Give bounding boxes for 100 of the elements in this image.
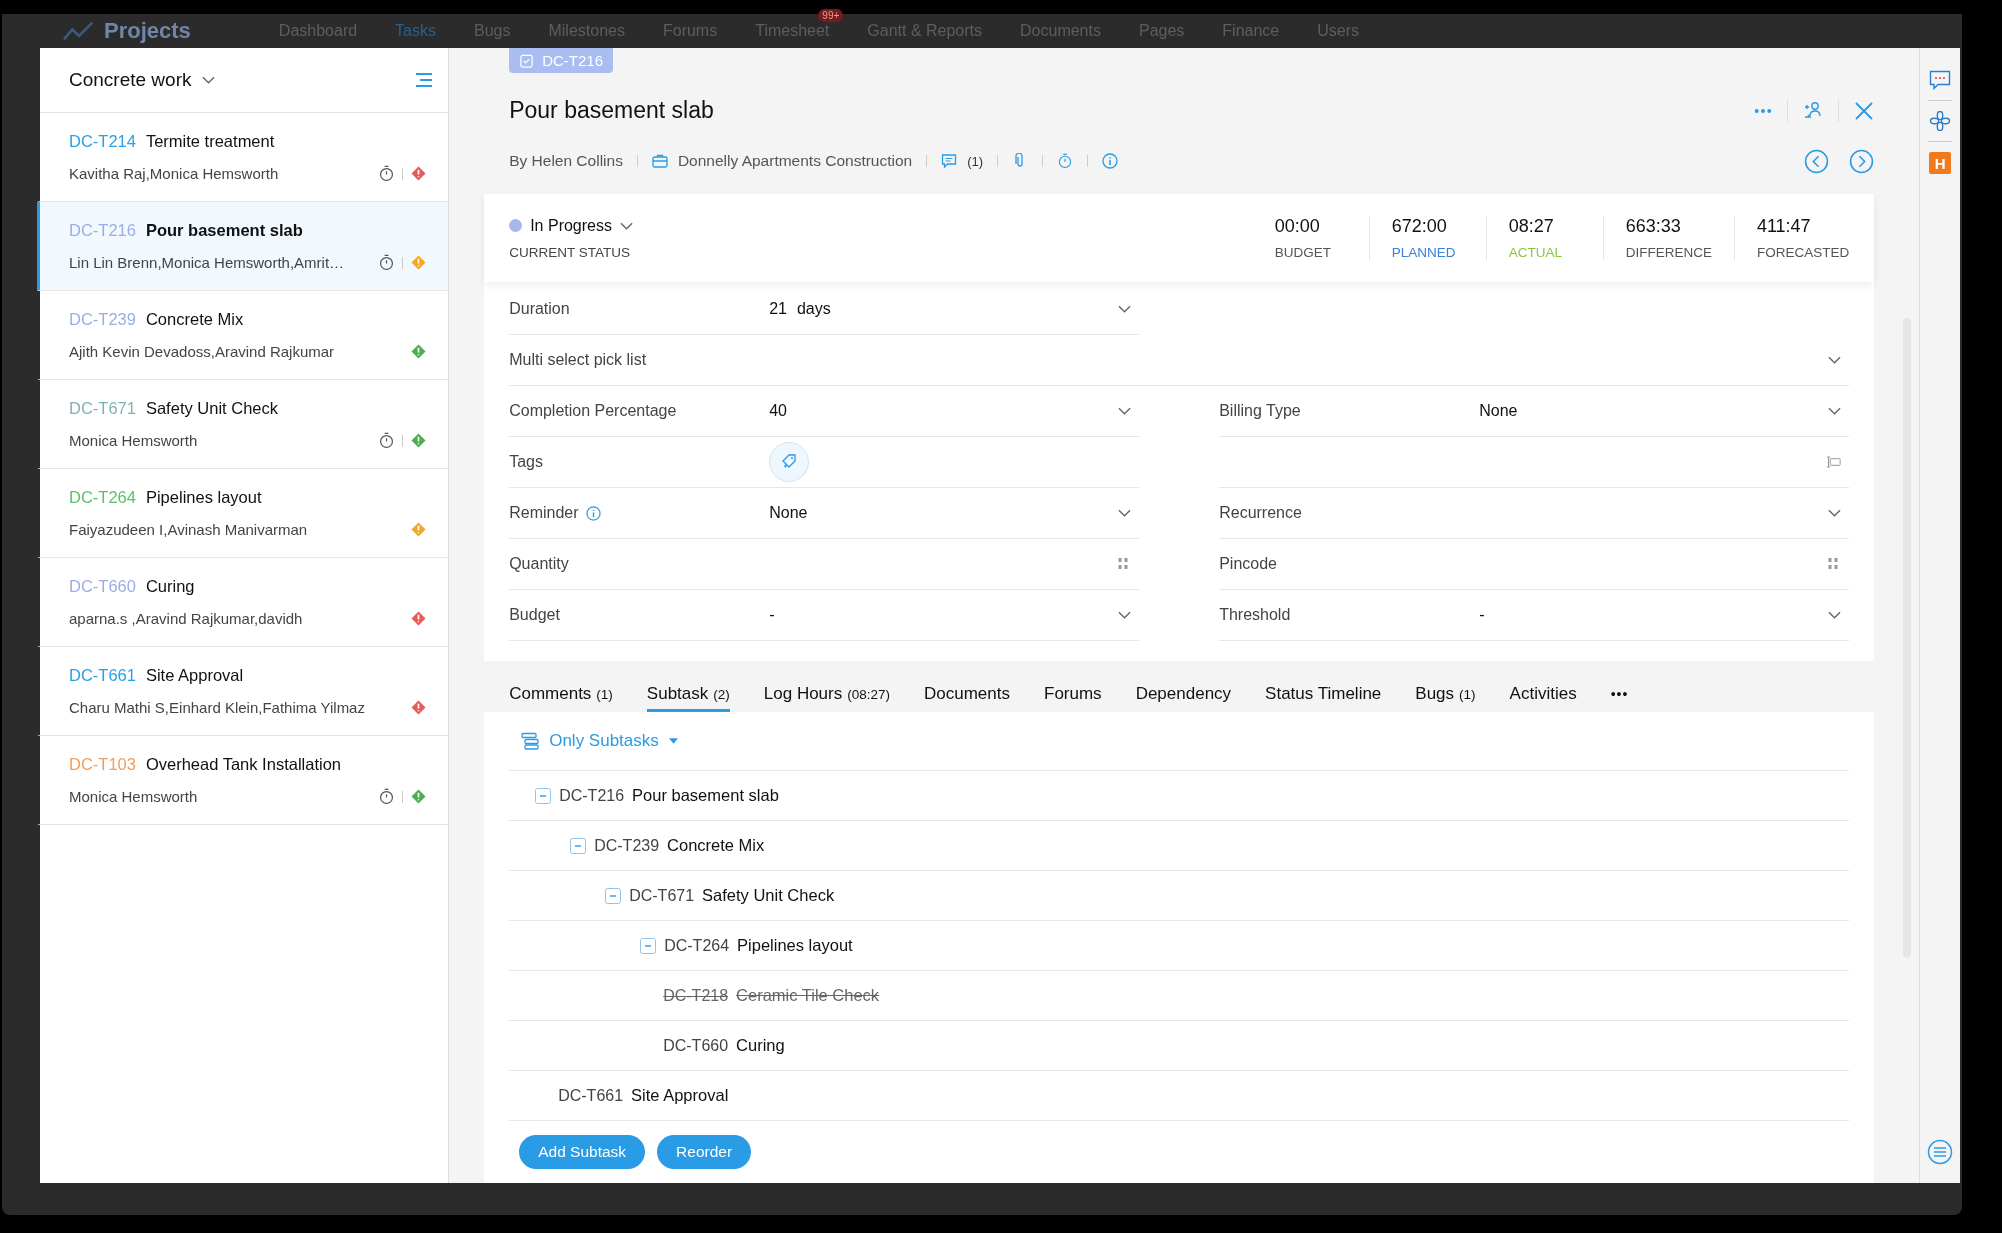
flower-icon[interactable]: [1929, 111, 1952, 131]
field-value[interactable]: None: [1479, 402, 1518, 420]
collapse-icon[interactable]: [640, 937, 657, 954]
list-title[interactable]: Concrete work: [69, 69, 192, 91]
subtask-title[interactable]: Pipelines layout: [737, 936, 853, 955]
assign-user-icon[interactable]: [1803, 100, 1824, 121]
comment-icon[interactable]: [941, 153, 958, 169]
task-key: DC-T239: [69, 310, 136, 329]
chevron-down-icon[interactable]: [1118, 305, 1132, 313]
chevron-down-icon[interactable]: [1828, 356, 1842, 364]
subtask-title[interactable]: Curing: [736, 1036, 785, 1055]
add-tag-button[interactable]: [769, 442, 810, 482]
menu-icon[interactable]: [414, 72, 435, 88]
task-title: Curing: [145, 577, 195, 596]
next-icon[interactable]: [1849, 148, 1875, 174]
chevron-down-icon[interactable]: [1828, 407, 1842, 415]
tab[interactable]: Status Timeline: [1265, 679, 1382, 712]
collapse-icon[interactable]: [605, 887, 622, 904]
status-caption: CURRENT STATUS: [509, 244, 631, 260]
task-key: DC-T671: [69, 399, 136, 418]
task-owners: Ajith Kevin Devadoss,Aravind Rajkumar: [69, 343, 336, 360]
task-list-item[interactable]: DC-T671 Safety Unit Check Monica Hemsworth: [37, 380, 449, 469]
chevron-down-icon[interactable]: [1828, 611, 1842, 619]
project-name[interactable]: Donnelly Apartments Construction: [677, 152, 913, 170]
metric-label: ACTUAL: [1508, 245, 1563, 260]
field-value[interactable]: 40: [769, 402, 787, 420]
tab[interactable]: Documents: [924, 679, 1010, 712]
task-key[interactable]: DC-T264: [664, 936, 730, 955]
field-value[interactable]: 21: [769, 300, 787, 318]
field-value[interactable]: None: [769, 504, 808, 522]
app-logo-icon: [62, 21, 96, 41]
briefcase-icon: [651, 153, 668, 169]
task-key: DC-T216: [69, 221, 136, 240]
task-key[interactable]: DC-T218: [663, 986, 729, 1005]
hierarchy-icon: [521, 732, 540, 750]
task-list-item[interactable]: DC-T264 Pipelines layout Faiyazudeen I,Avinash Manivarman: [37, 469, 449, 558]
task-title[interactable]: Pour basement slab: [509, 97, 714, 124]
field-label: Duration: [509, 300, 570, 318]
field-value[interactable]: -: [1479, 606, 1485, 624]
task-list-item[interactable]: DC-T661 Site Approval Charu Mathi S,Einhard Klein,Fathima Yilmaz: [37, 647, 449, 736]
task-key[interactable]: DC-T671: [629, 886, 695, 905]
collapse-icon[interactable]: [535, 787, 552, 804]
tab[interactable]: Comments (1): [509, 679, 613, 712]
task-key-chip: DC-T216: [509, 48, 614, 73]
task-key[interactable]: DC-T660: [663, 1036, 729, 1055]
task-key[interactable]: DC-T239: [594, 836, 660, 855]
chevron-down-icon[interactable]: [1118, 509, 1132, 517]
task-key[interactable]: DC-T216: [559, 786, 625, 805]
tab[interactable]: Activities: [1509, 679, 1577, 712]
task-list-item[interactable]: DC-T216 Pour basement slab Lin Lin Brenn,Monica Hemsworth,Amrit…: [37, 202, 449, 291]
tab[interactable]: Bugs (1): [1415, 679, 1476, 712]
menu-icon[interactable]: [1927, 1139, 1954, 1165]
tab[interactable]: Forums: [1044, 679, 1102, 712]
task-list-item[interactable]: DC-T660 Curing aparna.s ,Aravind Rajkumar,davidh: [37, 558, 449, 647]
task-list-item[interactable]: DC-T239 Concrete Mix Ajith Kevin Devadoss,Aravind Rajkumar: [37, 291, 449, 380]
stopwatch-icon[interactable]: [379, 788, 395, 805]
subtask-title[interactable]: Safety Unit Check: [702, 886, 835, 905]
task-key[interactable]: DC-T661: [558, 1086, 624, 1105]
task-title: Pipelines layout: [145, 488, 262, 507]
subtask-title[interactable]: Ceramic Tile Check: [736, 986, 880, 1005]
text-field-icon[interactable]: [1826, 455, 1842, 469]
chevron-down-icon[interactable]: [620, 221, 633, 230]
stopwatch-icon[interactable]: [379, 254, 395, 271]
field-label: Tags: [509, 453, 543, 471]
chevron-down-icon[interactable]: [1118, 407, 1132, 415]
task-owners: Lin Lin Brenn,Monica Hemsworth,Amrit…: [69, 254, 346, 271]
more-icon[interactable]: [1754, 107, 1773, 114]
info-icon[interactable]: [1102, 153, 1119, 169]
stopwatch-icon[interactable]: [379, 432, 395, 449]
chevron-down-icon[interactable]: [201, 76, 215, 84]
field-label: Budget: [509, 606, 560, 624]
task-owners: Monica Hemsworth: [69, 432, 199, 449]
metric-value: 08:27: [1508, 216, 1555, 237]
task-title: Termite treatment: [145, 132, 275, 151]
chevron-down-icon[interactable]: [1118, 611, 1132, 619]
caret-icon[interactable]: [668, 738, 678, 744]
field-label: Threshold: [1219, 606, 1291, 624]
task-key: DC-T661: [69, 666, 136, 685]
tab[interactable]: Log Hours (08:27): [763, 679, 890, 712]
field-value[interactable]: -: [769, 606, 775, 624]
stopwatch-icon[interactable]: [379, 165, 395, 182]
count-badge: 99+: [818, 9, 844, 22]
subtask-title[interactable]: Pour basement slab: [632, 786, 779, 805]
field-label: Completion Percentage: [509, 402, 677, 420]
task-list-item[interactable]: DC-T103 Overhead Tank Installation Monica Hemsworth: [37, 736, 449, 825]
chevron-down-icon[interactable]: [1828, 509, 1842, 517]
collapse-icon[interactable]: [570, 837, 587, 854]
subtask-title[interactable]: Concrete Mix: [667, 836, 765, 855]
metric-value: 663:33: [1625, 216, 1682, 237]
metric-value: 00:00: [1274, 216, 1321, 237]
chat-icon[interactable]: [1929, 70, 1952, 90]
metric-label: BUDGET: [1274, 245, 1332, 260]
field-label: Recurrence: [1219, 504, 1302, 522]
previous-icon[interactable]: [1804, 148, 1830, 174]
close-icon[interactable]: [1854, 100, 1875, 121]
more-tabs-button[interactable]: •••: [1610, 679, 1629, 712]
info-icon[interactable]: [585, 505, 601, 521]
subtask-title[interactable]: Site Approval: [631, 1086, 729, 1105]
status-dropdown[interactable]: In Progress: [530, 216, 612, 235]
tab[interactable]: Dependency: [1135, 679, 1232, 712]
